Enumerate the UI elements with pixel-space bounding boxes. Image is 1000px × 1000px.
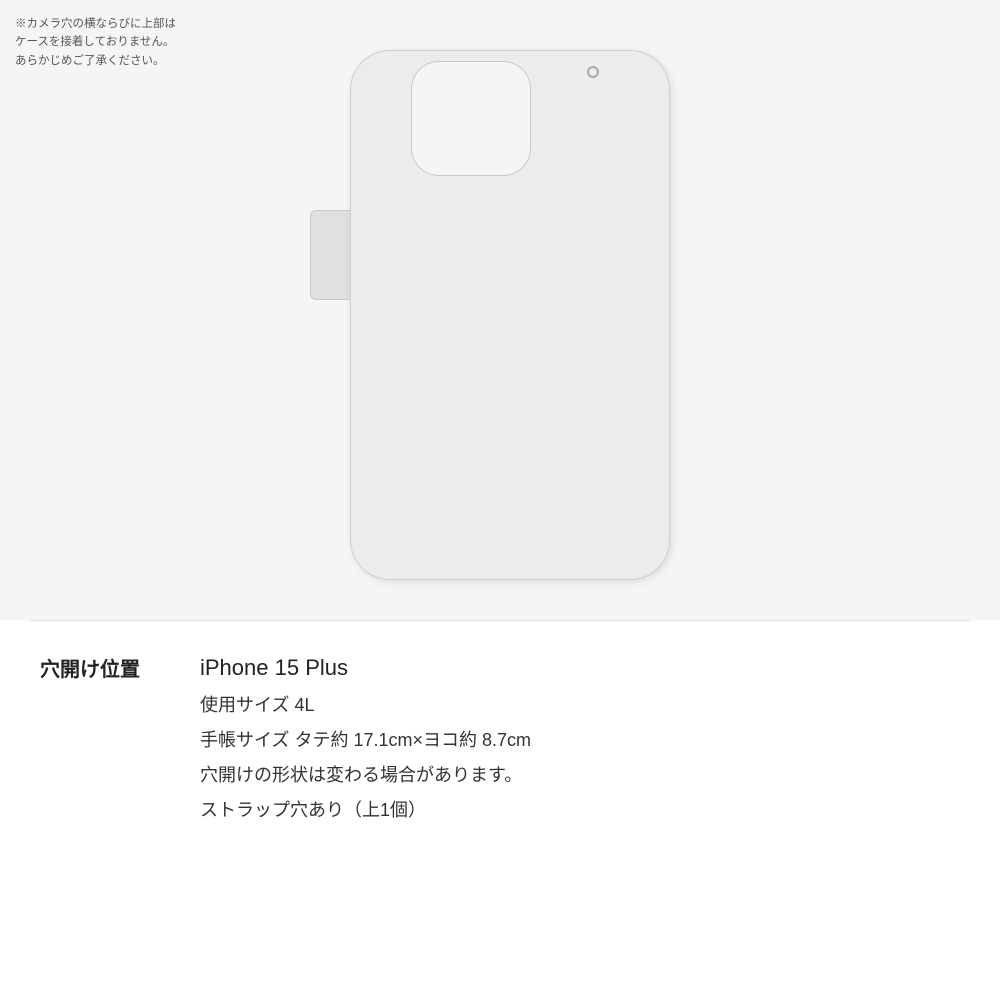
page-container: ※カメラ穴の横ならびに上部は ケースを接着しておりません。 あらかじめご了承くだ…	[0, 0, 1000, 1000]
camera-note: ※カメラ穴の横ならびに上部は ケースを接着しておりません。 あらかじめご了承くだ…	[15, 15, 195, 70]
product-details: iPhone 15 Plus 使用サイズ 4L 手帳サイズ タテ約 17.1cm…	[200, 651, 960, 824]
strap-hole	[587, 66, 599, 78]
hole-position-label: 穴開け位置	[40, 651, 200, 824]
case-body	[350, 50, 670, 580]
shape-note: 穴開けの形状は変わる場合があります。	[200, 762, 960, 789]
strap-note: ストラップ穴あり（上1個）	[200, 797, 960, 824]
case-illustration: ※カメラ穴の横ならびに上部は ケースを接着しておりません。 あらかじめご了承くだ…	[0, 0, 1000, 620]
size-info: 使用サイズ 4L	[200, 692, 960, 719]
camera-cutout	[411, 61, 531, 176]
dimension-info: 手帳サイズ タテ約 17.1cm×ヨコ約 8.7cm	[200, 727, 960, 754]
model-name: iPhone 15 Plus	[200, 651, 960, 684]
product-info-section: 穴開け位置 iPhone 15 Plus 使用サイズ 4L 手帳サイズ タテ約 …	[0, 621, 1000, 844]
phone-case-wrapper	[310, 50, 690, 590]
